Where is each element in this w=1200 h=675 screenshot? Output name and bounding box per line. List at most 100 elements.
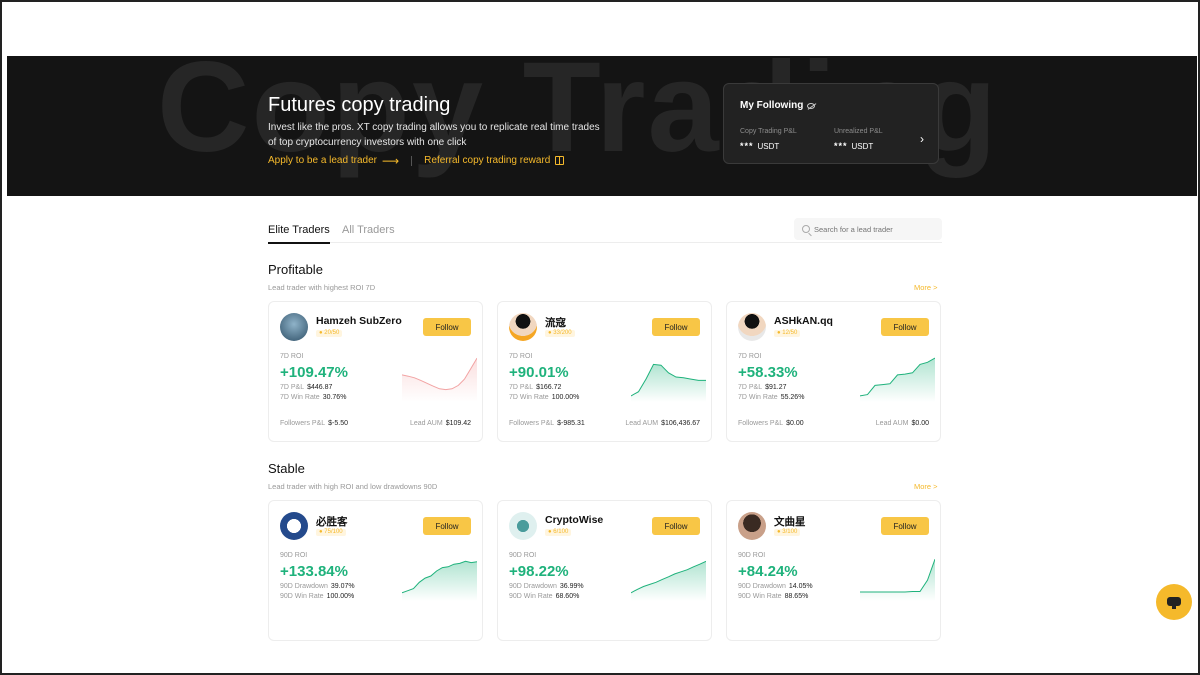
trader-name[interactable]: 必胜客 (316, 514, 348, 529)
trader-card[interactable]: 文曲星 ● 3/100 Follow 90D ROI +84.24% 90D Drawdo… (726, 500, 941, 641)
follow-button[interactable]: Follow (652, 517, 700, 535)
hero-title: Futures copy trading (268, 94, 451, 116)
sparkline-area (402, 358, 477, 402)
sparkline-area (860, 358, 935, 402)
my-following-panel[interactable]: My Following Copy Trading P&L *** USDT Un… (723, 83, 939, 164)
followers-pnl: Followers P&L $-985.31 (509, 420, 585, 427)
profitable-subtitle: Lead trader with highest ROI 7D (268, 283, 376, 292)
roi-sparkline (402, 357, 477, 402)
tab-all-traders[interactable]: All Traders (342, 224, 395, 236)
roi-sparkline (860, 357, 935, 402)
profitable-more-link[interactable]: More > (914, 283, 938, 292)
follower-count-badge: ● 33/200 (545, 330, 575, 337)
trader-avatar[interactable] (509, 313, 537, 341)
page-frame: Copy Trading Futures copy trading Invest… (0, 0, 1200, 675)
trader-card[interactable]: ASHkAN.qq ● 12/50 Follow 7D ROI +58.33% 7D P&… (726, 301, 941, 442)
eye-hidden-icon[interactable] (807, 102, 816, 109)
roi-sparkline (860, 559, 935, 601)
sparkline-area (631, 364, 706, 402)
my-following-label: My Following (740, 100, 804, 111)
tab-elite-traders[interactable]: Elite Traders (268, 224, 330, 244)
follow-button[interactable]: Follow (881, 318, 929, 336)
trader-card[interactable]: Hamzeh SubZero ● 20/50 Follow 7D ROI +109.47… (268, 301, 483, 442)
copy-trading-pnl-value: *** USDT (740, 141, 780, 151)
follow-button[interactable]: Follow (652, 318, 700, 336)
arrow-right-icon: ⟶ (381, 153, 400, 168)
roi-value: +58.33% (738, 364, 798, 381)
stat-primary: 90D Drawdown 39.07% (280, 583, 355, 590)
lead-aum: Lead AUM $109.42 (410, 420, 471, 427)
lead-aum: Lead AUM $0.00 (875, 420, 929, 427)
trader-card[interactable]: 必胜客 ● 75/100 Follow 90D ROI +133.84% 90D Draw… (268, 500, 483, 641)
roi-label: 7D ROI (509, 353, 533, 360)
follower-count-badge: ● 6/100 (545, 529, 572, 536)
stable-title: Stable (268, 461, 305, 476)
unrealized-pnl-value: *** USDT (834, 141, 874, 151)
roi-label: 7D ROI (738, 353, 762, 360)
search-icon (802, 225, 810, 233)
roi-value: +84.24% (738, 563, 798, 580)
apply-lead-trader-link[interactable]: Apply to be a lead trader ⟶ (268, 153, 400, 168)
trader-card[interactable]: 流寇 ● 33/200 Follow 7D ROI +90.01% 7D P&L $166.… (497, 301, 712, 442)
followers-pnl: Followers P&L $-5.50 (280, 420, 348, 427)
my-following-title: My Following (740, 100, 816, 111)
unrealized-pnl-label: Unrealized P&L (834, 128, 883, 135)
sparkline-area (860, 559, 935, 601)
hero-description: Invest like the pros. XT copy trading al… (268, 122, 600, 148)
roi-value: +90.01% (509, 364, 569, 381)
chevron-right-icon[interactable]: › (920, 132, 924, 146)
hero-banner: Copy Trading Futures copy trading Invest… (7, 56, 1197, 196)
copy-trading-pnl: Copy Trading P&L *** USDT (740, 128, 797, 151)
unrealized-pnl: Unrealized P&L *** USDT (834, 128, 883, 151)
stat-primary: 90D Drawdown 14.05% (738, 583, 813, 590)
sparkline-area (402, 561, 477, 601)
trader-name[interactable]: 文曲星 (774, 514, 806, 529)
stat-win-rate: 7D Win Rate 55.26% (738, 394, 805, 401)
roi-label: 90D ROI (738, 552, 766, 559)
card-footer: Followers P&L $-5.50 Lead AUM $109.42 (280, 420, 471, 430)
chat-icon (1167, 597, 1181, 609)
roi-sparkline (631, 363, 706, 402)
copy-trading-pnl-label: Copy Trading P&L (740, 128, 797, 135)
stat-win-rate: 90D Win Rate 100.00% (280, 593, 355, 600)
roi-sparkline (631, 560, 706, 601)
search-box[interactable] (794, 218, 942, 240)
stat-primary: 7D P&L $446.87 (280, 384, 333, 391)
trader-avatar[interactable] (509, 512, 537, 540)
followers-pnl: Followers P&L $0.00 (738, 420, 804, 427)
stat-win-rate: 90D Win Rate 68.60% (509, 593, 580, 600)
roi-value: +109.47% (280, 364, 348, 381)
stat-primary: 7D P&L $166.72 (509, 384, 562, 391)
stable-more-link[interactable]: More > (914, 482, 938, 491)
trader-avatar[interactable] (280, 512, 308, 540)
stat-win-rate: 7D Win Rate 30.76% (280, 394, 347, 401)
referral-reward-link[interactable]: Referral copy trading reward (424, 155, 565, 166)
trader-name[interactable]: Hamzeh SubZero (316, 315, 402, 327)
trader-avatar[interactable] (280, 313, 308, 341)
card-footer: Followers P&L $0.00 Lead AUM $0.00 (738, 420, 929, 430)
follower-count-badge: ● 20/50 (316, 330, 343, 337)
link-divider (411, 155, 413, 166)
hero-links: Apply to be a lead trader ⟶ Referral cop… (268, 153, 565, 168)
profitable-title: Profitable (268, 262, 323, 277)
trader-name[interactable]: CryptoWise (545, 514, 603, 526)
lead-aum: Lead AUM $106,436.67 (625, 420, 700, 427)
roi-label: 90D ROI (509, 552, 537, 559)
search-input[interactable] (814, 224, 934, 234)
stat-primary: 90D Drawdown 36.99% (509, 583, 584, 590)
chat-support-button[interactable] (1156, 584, 1192, 620)
follower-count-badge: ● 75/100 (316, 529, 346, 536)
trader-name[interactable]: 流寇 (545, 315, 566, 330)
trader-name[interactable]: ASHkAN.qq (774, 315, 833, 327)
trader-card[interactable]: CryptoWise ● 6/100 Follow 90D ROI +98.22% 90D… (497, 500, 712, 641)
trader-avatar[interactable] (738, 512, 766, 540)
roi-sparkline (402, 560, 477, 601)
follow-button[interactable]: Follow (423, 318, 471, 336)
follow-button[interactable]: Follow (881, 517, 929, 535)
referral-reward-label: Referral copy trading reward (424, 155, 551, 166)
follow-button[interactable]: Follow (423, 517, 471, 535)
trader-avatar[interactable] (738, 313, 766, 341)
roi-label: 90D ROI (280, 552, 308, 559)
stat-primary: 7D P&L $91.27 (738, 384, 787, 391)
apply-lead-trader-label: Apply to be a lead trader (268, 155, 377, 166)
